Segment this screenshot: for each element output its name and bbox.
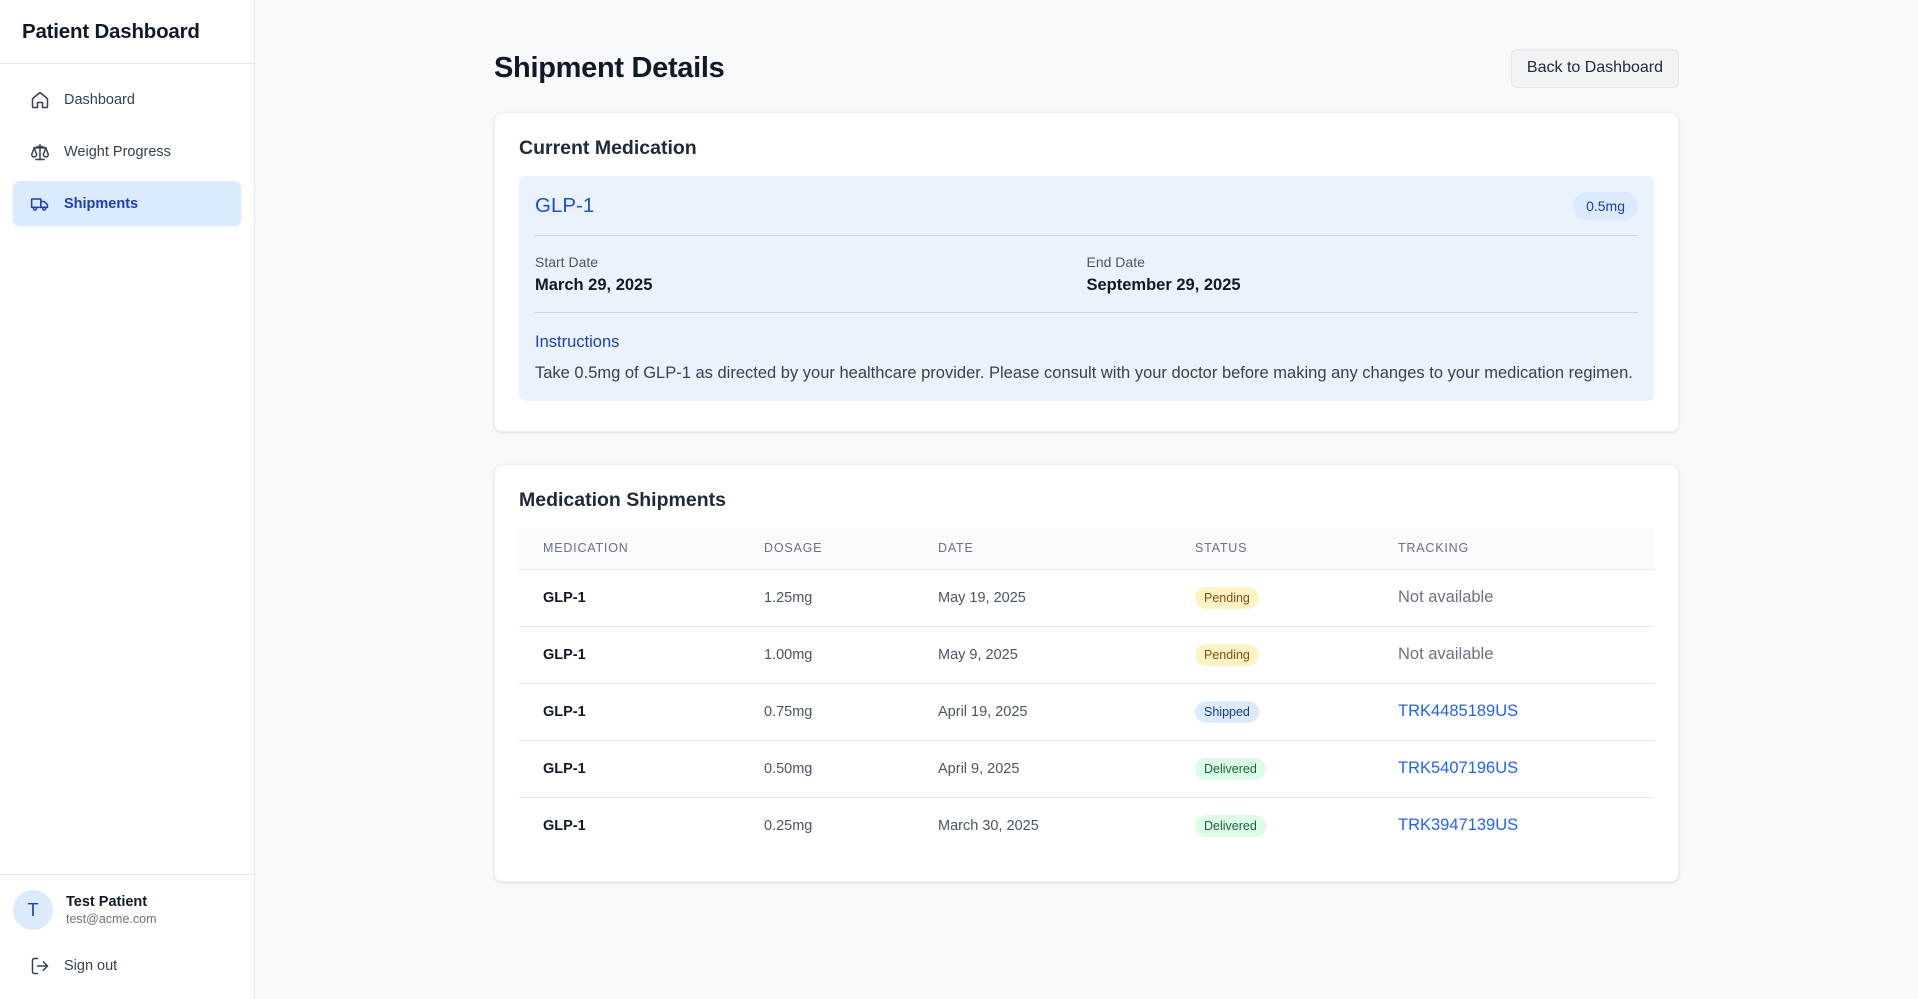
medication-header: GLP-1 0.5mg <box>535 176 1638 236</box>
medication-shipments-card: Medication Shipments MEDICATION DOSAGE D… <box>494 464 1679 882</box>
column-header-tracking: TRACKING <box>1374 528 1654 570</box>
cell-dosage: 0.25mg <box>764 817 813 834</box>
sidebar: Patient Dashboard Dashboard Weight Progr… <box>0 0 255 999</box>
cell-date: April 9, 2025 <box>914 740 1171 798</box>
cell-status: Shipped <box>1171 683 1374 741</box>
cell-date: May 9, 2025 <box>914 626 1171 684</box>
end-date-label: End Date <box>1086 254 1145 270</box>
dose-badge: 0.5mg <box>1573 191 1638 220</box>
medication-name: GLP-1 <box>535 193 595 217</box>
home-icon <box>30 90 50 110</box>
end-date-value: September 29, 2025 <box>1086 276 1241 294</box>
user-info: Test Patient test@acme.com <box>66 893 157 927</box>
sidebar-item-label: Weight Progress <box>64 143 171 160</box>
sidebar-item-shipments[interactable]: Shipments <box>13 181 241 226</box>
column-header-date: DATE <box>914 528 1171 570</box>
truck-icon <box>30 194 50 214</box>
app-title: Patient Dashboard <box>22 20 200 43</box>
cell-medication: GLP-1 <box>543 817 586 834</box>
cell-date: May 19, 2025 <box>914 569 1171 627</box>
cell-status: Pending <box>1171 569 1374 627</box>
table-body: GLP-1 1.25mg May 19, 2025 Pending Not av… <box>519 569 1654 854</box>
column-header-status: STATUS <box>1171 528 1374 570</box>
start-date-block: Start Date March 29, 2025 <box>535 253 1087 312</box>
sign-out-button[interactable]: Sign out <box>13 947 241 985</box>
cell-dosage: 1.25mg <box>740 569 914 627</box>
user-profile: T Test Patient test@acme.com <box>0 875 254 930</box>
table-row: GLP-1 0.50mg April 9, 2025 Delivered TRK… <box>519 740 1654 798</box>
cell-date: March 30, 2025 <box>938 817 1039 834</box>
start-date-label: Start Date <box>535 254 599 270</box>
table-row: GLP-1 0.25mg March 30, 2025 Delivered TR… <box>519 797 1654 854</box>
tracking-link[interactable]: TRK4485189US <box>1398 702 1518 720</box>
cell-tracking: Not available <box>1374 626 1654 684</box>
cell-tracking: TRK5407196US <box>1374 740 1654 798</box>
user-name: Test Patient <box>66 894 148 910</box>
start-date-value: March 29, 2025 <box>535 276 653 294</box>
table-row: GLP-1 1.25mg May 19, 2025 Pending Not av… <box>519 569 1654 627</box>
cell-medication: GLP-1 <box>519 740 740 798</box>
tracking-link[interactable]: TRK3947139US <box>1398 816 1518 834</box>
sign-out-label: Sign out <box>64 958 118 974</box>
status-badge: Delivered <box>1195 757 1266 780</box>
sidebar-item-label: Shipments <box>64 195 139 212</box>
sign-out-icon <box>30 956 50 976</box>
sidebar-item-label: Dashboard <box>64 91 135 108</box>
instructions-block: Instructions Take 0.5mg of GLP-1 as dire… <box>535 313 1638 384</box>
column-header-medication: MEDICATION <box>519 528 740 570</box>
sidebar-header: Patient Dashboard <box>0 0 254 64</box>
tracking-link[interactable]: TRK5407196US <box>1398 759 1518 777</box>
sidebar-item-weight-progress[interactable]: Weight Progress <box>13 129 241 174</box>
cell-tracking: TRK3947139US <box>1374 797 1654 854</box>
cell-tracking: TRK4485189US <box>1374 683 1654 741</box>
medication-details: GLP-1 0.5mg Start Date March 29, 2025 En… <box>519 176 1654 401</box>
table-row: GLP-1 0.75mg April 19, 2025 Shipped TRK4… <box>519 683 1654 741</box>
cell-medication: GLP-1 <box>519 569 740 627</box>
status-badge: Pending <box>1195 586 1259 609</box>
medication-dates: Start Date March 29, 2025 End Date Septe… <box>535 236 1638 313</box>
cell-dosage: 0.75mg <box>740 683 914 741</box>
cell-date: April 19, 2025 <box>914 683 1171 741</box>
avatar: T <box>13 890 53 930</box>
page-title: Shipment Details <box>494 51 725 84</box>
cell-status: Pending <box>1171 626 1374 684</box>
main-content: Shipment Details Back to Dashboard Curre… <box>494 0 1679 882</box>
sidebar-item-dashboard[interactable]: Dashboard <box>13 77 241 122</box>
cell-tracking: Not available <box>1374 569 1654 627</box>
back-to-dashboard-button[interactable]: Back to Dashboard <box>1510 48 1679 88</box>
table-row: GLP-1 1.00mg May 9, 2025 Pending Not ava… <box>519 626 1654 684</box>
table-header: MEDICATION DOSAGE DATE STATUS TRACKING <box>519 528 1654 570</box>
cell-dosage: 1.00mg <box>740 626 914 684</box>
sidebar-footer: T Test Patient test@acme.com Sign out <box>0 874 254 999</box>
cell-status: Delivered <box>1171 740 1374 798</box>
status-badge: Pending <box>1195 643 1259 666</box>
page-header: Shipment Details Back to Dashboard <box>494 34 1679 102</box>
column-header-dosage: DOSAGE <box>740 528 914 570</box>
cell-dosage: 0.50mg <box>740 740 914 798</box>
end-date-block: End Date September 29, 2025 <box>1087 253 1639 312</box>
cell-medication: GLP-1 <box>519 683 740 741</box>
status-badge: Shipped <box>1195 700 1259 723</box>
sidebar-nav: Dashboard Weight Progress Shipments <box>0 64 254 226</box>
medication-shipments-title: Medication Shipments <box>519 489 726 511</box>
table-header-row: MEDICATION DOSAGE DATE STATUS TRACKING <box>519 528 1654 570</box>
status-badge: Delivered <box>1195 814 1266 837</box>
instructions-label: Instructions <box>535 333 620 351</box>
user-email: test@acme.com <box>66 912 157 926</box>
scale-icon <box>30 142 50 162</box>
instructions-text: Take 0.5mg of GLP-1 as directed by your … <box>535 364 1633 382</box>
shipments-table: MEDICATION DOSAGE DATE STATUS TRACKING G… <box>519 528 1654 854</box>
current-medication-title: Current Medication <box>519 137 697 159</box>
cell-status: Delivered <box>1171 797 1374 854</box>
tracking-unavailable: Not available <box>1398 588 1494 606</box>
cell-medication: GLP-1 <box>519 626 740 684</box>
tracking-unavailable: Not available <box>1398 645 1494 663</box>
current-medication-card: Current Medication GLP-1 0.5mg Start Dat… <box>494 112 1679 432</box>
